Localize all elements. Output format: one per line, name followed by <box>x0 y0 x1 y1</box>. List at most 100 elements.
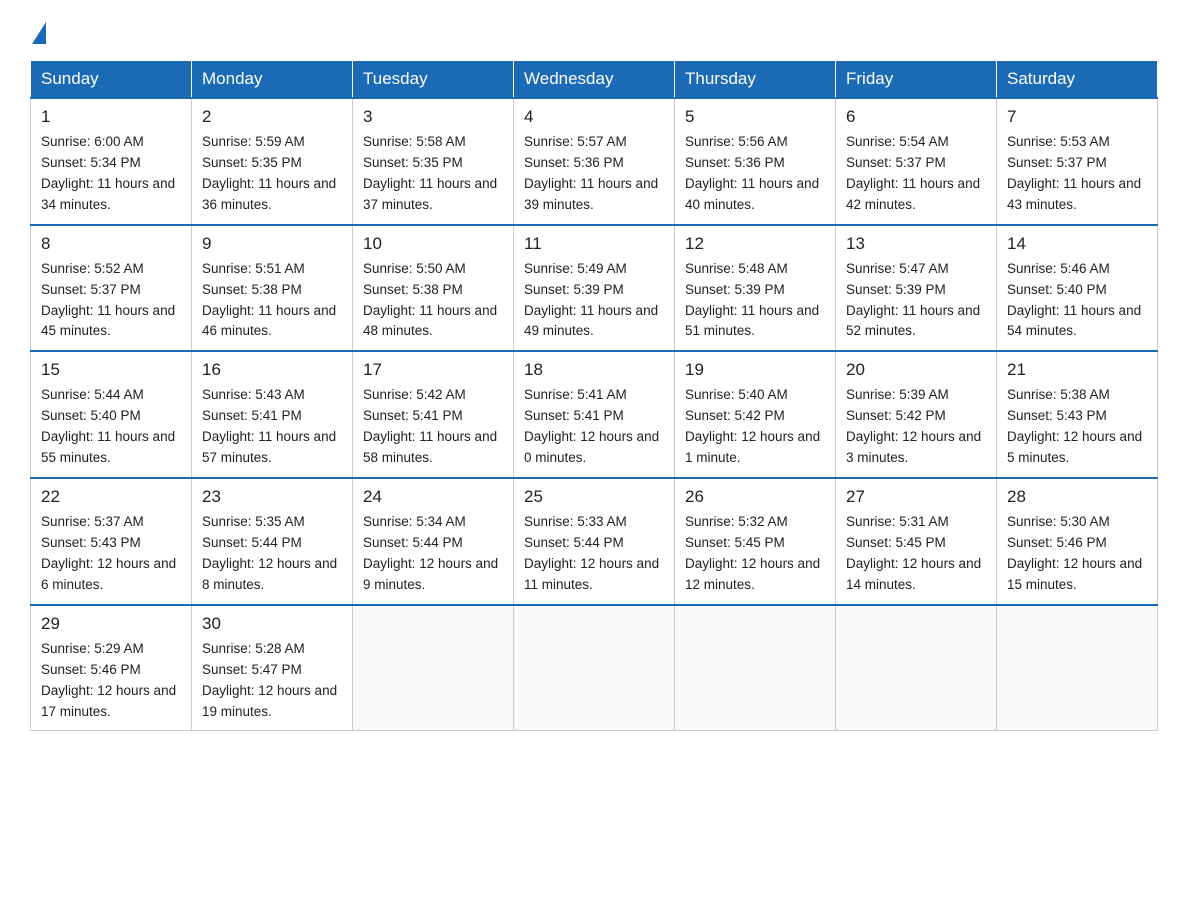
header-cell-thursday: Thursday <box>675 61 836 99</box>
calendar-cell: 7Sunrise: 5:53 AMSunset: 5:37 PMDaylight… <box>997 98 1158 225</box>
page-header <box>30 20 1158 42</box>
day-number: 17 <box>363 360 503 380</box>
day-detail: Sunrise: 6:00 AMSunset: 5:34 PMDaylight:… <box>41 132 181 216</box>
day-number: 20 <box>846 360 986 380</box>
day-detail: Sunrise: 5:48 AMSunset: 5:39 PMDaylight:… <box>685 259 825 343</box>
logo-triangle-icon <box>32 22 46 44</box>
day-number: 16 <box>202 360 342 380</box>
calendar-cell <box>353 605 514 731</box>
day-number: 3 <box>363 107 503 127</box>
calendar-cell: 26 Sunrise: 5:32 AMSunset: 5:45 PMDayligh… <box>675 478 836 605</box>
day-detail: Sunrise: 5:35 AMSunset: 5:44 PMDaylight:… <box>202 512 342 596</box>
day-number: 24 <box>363 487 503 507</box>
day-detail: Sunrise: 5:42 AMSunset: 5:41 PMDaylight:… <box>363 385 503 469</box>
day-detail: Sunrise: 5:50 AMSunset: 5:38 PMDaylight:… <box>363 259 503 343</box>
day-number: 4 <box>524 107 664 127</box>
day-detail: Sunrise: 5:59 AMSunset: 5:35 PMDaylight:… <box>202 132 342 216</box>
calendar-cell: 20Sunrise: 5:39 AMSunset: 5:42 PMDayligh… <box>836 351 997 478</box>
calendar-cell: 15Sunrise: 5:44 AMSunset: 5:40 PMDayligh… <box>31 351 192 478</box>
day-number: 21 <box>1007 360 1147 380</box>
calendar-cell: 25 Sunrise: 5:33 AMSunset: 5:44 PMDayligh… <box>514 478 675 605</box>
calendar-cell: 11 Sunrise: 5:49 AMSunset: 5:39 PMDayligh… <box>514 225 675 352</box>
day-detail: Sunrise: 5:51 AMSunset: 5:38 PMDaylight:… <box>202 259 342 343</box>
day-detail: Sunrise: 5:58 AMSunset: 5:35 PMDaylight:… <box>363 132 503 216</box>
calendar-cell: 13Sunrise: 5:47 AMSunset: 5:39 PMDayligh… <box>836 225 997 352</box>
day-detail: Sunrise: 5:32 AMSunset: 5:45 PMDaylight:… <box>685 512 825 596</box>
day-detail: Sunrise: 5:53 AMSunset: 5:37 PMDaylight:… <box>1007 132 1147 216</box>
header-cell-monday: Monday <box>192 61 353 99</box>
calendar-cell: 10 Sunrise: 5:50 AMSunset: 5:38 PMDayligh… <box>353 225 514 352</box>
calendar-table: SundayMondayTuesdayWednesdayThursdayFrid… <box>30 60 1158 731</box>
day-number: 10 <box>363 234 503 254</box>
calendar-cell: 21 Sunrise: 5:38 AMSunset: 5:43 PMDayligh… <box>997 351 1158 478</box>
logo <box>30 20 46 42</box>
day-detail: Sunrise: 5:46 AMSunset: 5:40 PMDaylight:… <box>1007 259 1147 343</box>
calendar-cell: 29 Sunrise: 5:29 AMSunset: 5:46 PMDayligh… <box>31 605 192 731</box>
calendar-cell: 9 Sunrise: 5:51 AMSunset: 5:38 PMDaylight… <box>192 225 353 352</box>
calendar-cell: 23 Sunrise: 5:35 AMSunset: 5:44 PMDayligh… <box>192 478 353 605</box>
day-number: 11 <box>524 234 664 254</box>
calendar-cell: 14 Sunrise: 5:46 AMSunset: 5:40 PMDayligh… <box>997 225 1158 352</box>
header-cell-saturday: Saturday <box>997 61 1158 99</box>
week-row-1: 1 Sunrise: 6:00 AMSunset: 5:34 PMDaylight… <box>31 98 1158 225</box>
calendar-cell: 30Sunrise: 5:28 AMSunset: 5:47 PMDayligh… <box>192 605 353 731</box>
header-cell-wednesday: Wednesday <box>514 61 675 99</box>
day-number: 25 <box>524 487 664 507</box>
week-row-3: 15Sunrise: 5:44 AMSunset: 5:40 PMDayligh… <box>31 351 1158 478</box>
calendar-cell: 24 Sunrise: 5:34 AMSunset: 5:44 PMDayligh… <box>353 478 514 605</box>
day-number: 19 <box>685 360 825 380</box>
calendar-cell: 1 Sunrise: 6:00 AMSunset: 5:34 PMDaylight… <box>31 98 192 225</box>
day-detail: Sunrise: 5:49 AMSunset: 5:39 PMDaylight:… <box>524 259 664 343</box>
day-number: 12 <box>685 234 825 254</box>
day-detail: Sunrise: 5:57 AMSunset: 5:36 PMDaylight:… <box>524 132 664 216</box>
calendar-cell <box>997 605 1158 731</box>
day-number: 30 <box>202 614 342 634</box>
day-number: 9 <box>202 234 342 254</box>
day-number: 27 <box>846 487 986 507</box>
calendar-cell: 28Sunrise: 5:30 AMSunset: 5:46 PMDayligh… <box>997 478 1158 605</box>
day-detail: Sunrise: 5:38 AMSunset: 5:43 PMDaylight:… <box>1007 385 1147 469</box>
day-number: 29 <box>41 614 181 634</box>
calendar-cell: 8 Sunrise: 5:52 AMSunset: 5:37 PMDaylight… <box>31 225 192 352</box>
day-detail: Sunrise: 5:44 AMSunset: 5:40 PMDaylight:… <box>41 385 181 469</box>
day-number: 5 <box>685 107 825 127</box>
calendar-cell: 27 Sunrise: 5:31 AMSunset: 5:45 PMDayligh… <box>836 478 997 605</box>
calendar-cell: 5 Sunrise: 5:56 AMSunset: 5:36 PMDaylight… <box>675 98 836 225</box>
day-number: 14 <box>1007 234 1147 254</box>
day-number: 8 <box>41 234 181 254</box>
day-number: 2 <box>202 107 342 127</box>
header-cell-sunday: Sunday <box>31 61 192 99</box>
header-row: SundayMondayTuesdayWednesdayThursdayFrid… <box>31 61 1158 99</box>
week-row-2: 8 Sunrise: 5:52 AMSunset: 5:37 PMDaylight… <box>31 225 1158 352</box>
day-number: 26 <box>685 487 825 507</box>
day-detail: Sunrise: 5:40 AMSunset: 5:42 PMDaylight:… <box>685 385 825 469</box>
day-number: 13 <box>846 234 986 254</box>
header-cell-tuesday: Tuesday <box>353 61 514 99</box>
day-detail: Sunrise: 5:34 AMSunset: 5:44 PMDaylight:… <box>363 512 503 596</box>
day-detail: Sunrise: 5:33 AMSunset: 5:44 PMDaylight:… <box>524 512 664 596</box>
calendar-cell: 22 Sunrise: 5:37 AMSunset: 5:43 PMDayligh… <box>31 478 192 605</box>
week-row-5: 29 Sunrise: 5:29 AMSunset: 5:46 PMDayligh… <box>31 605 1158 731</box>
calendar-cell: 16 Sunrise: 5:43 AMSunset: 5:41 PMDayligh… <box>192 351 353 478</box>
day-detail: Sunrise: 5:56 AMSunset: 5:36 PMDaylight:… <box>685 132 825 216</box>
day-number: 23 <box>202 487 342 507</box>
calendar-cell: 6Sunrise: 5:54 AMSunset: 5:37 PMDaylight… <box>836 98 997 225</box>
logo-content <box>30 20 46 42</box>
week-row-4: 22 Sunrise: 5:37 AMSunset: 5:43 PMDayligh… <box>31 478 1158 605</box>
day-detail: Sunrise: 5:52 AMSunset: 5:37 PMDaylight:… <box>41 259 181 343</box>
calendar-cell: 12 Sunrise: 5:48 AMSunset: 5:39 PMDayligh… <box>675 225 836 352</box>
day-detail: Sunrise: 5:41 AMSunset: 5:41 PMDaylight:… <box>524 385 664 469</box>
calendar-cell: 18Sunrise: 5:41 AMSunset: 5:41 PMDayligh… <box>514 351 675 478</box>
day-detail: Sunrise: 5:31 AMSunset: 5:45 PMDaylight:… <box>846 512 986 596</box>
day-detail: Sunrise: 5:54 AMSunset: 5:37 PMDaylight:… <box>846 132 986 216</box>
day-number: 22 <box>41 487 181 507</box>
day-number: 1 <box>41 107 181 127</box>
calendar-cell <box>675 605 836 731</box>
calendar-cell: 3 Sunrise: 5:58 AMSunset: 5:35 PMDaylight… <box>353 98 514 225</box>
header-cell-friday: Friday <box>836 61 997 99</box>
day-detail: Sunrise: 5:29 AMSunset: 5:46 PMDaylight:… <box>41 639 181 723</box>
day-detail: Sunrise: 5:43 AMSunset: 5:41 PMDaylight:… <box>202 385 342 469</box>
day-detail: Sunrise: 5:37 AMSunset: 5:43 PMDaylight:… <box>41 512 181 596</box>
calendar-cell <box>514 605 675 731</box>
calendar-cell: 2 Sunrise: 5:59 AMSunset: 5:35 PMDaylight… <box>192 98 353 225</box>
